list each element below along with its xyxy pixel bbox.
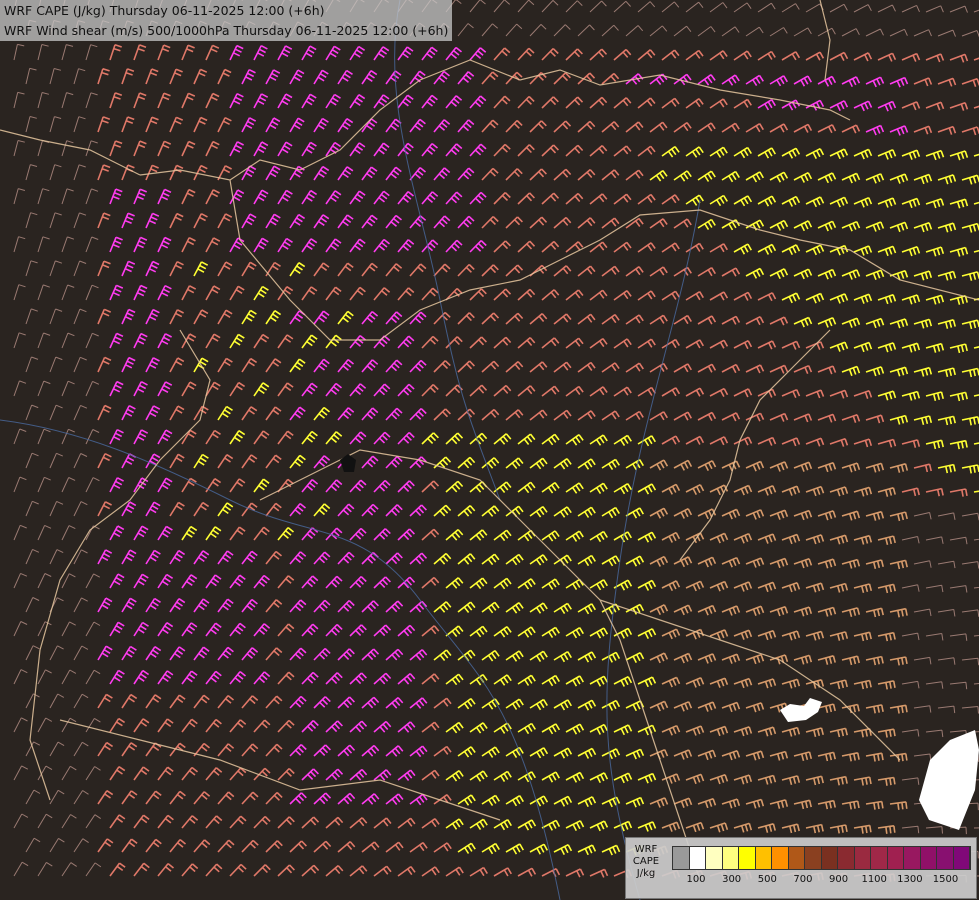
- legend-tick-label: 1500: [932, 874, 959, 885]
- legend-color-bar: [672, 846, 971, 870]
- legend-tick-label: 900: [829, 874, 849, 885]
- legend-swatch: [788, 847, 805, 869]
- legend-swatch: [772, 847, 789, 869]
- legend-swatch: [854, 847, 871, 869]
- legend-tick-label: 700: [793, 874, 813, 885]
- legend-swatch: [953, 847, 970, 869]
- legend-swatch: [706, 847, 723, 869]
- wind-shear-title: WRF Wind shear (m/s) 500/1000hPa Thursda…: [4, 23, 449, 38]
- legend-tick-label: 500: [757, 874, 777, 885]
- legend-swatch: [673, 847, 690, 869]
- legend-tick-label: 1300: [897, 874, 923, 885]
- legend-swatch: [739, 847, 756, 869]
- legend-tick-labels: 100 300 500 700 900 1100 1300 1500: [672, 874, 972, 888]
- legend-swatch: [871, 847, 888, 869]
- wind-shear-map: [0, 0, 979, 900]
- map-title-box: WRF CAPE (J/kg) Thursday 06-11-2025 12:0…: [0, 0, 453, 41]
- legend-title-line-2: CAPE: [632, 856, 660, 867]
- legend-tick-label: 300: [722, 874, 742, 885]
- legend-swatch: [937, 847, 954, 869]
- legend-swatch: [920, 847, 937, 869]
- legend-tick-label: 100: [686, 874, 706, 885]
- legend-swatch: [755, 847, 772, 869]
- legend-swatch: [689, 847, 706, 869]
- map-background: [0, 0, 979, 900]
- cape-title: WRF CAPE (J/kg) Thursday 06-11-2025 12:0…: [4, 3, 325, 18]
- legend-title-line-1: WRF: [634, 844, 658, 855]
- cape-legend: WRF CAPE J/kg 100 300 500 700 900 1100 1300 150…: [625, 837, 977, 899]
- legend-swatch: [904, 847, 921, 869]
- legend-swatch: [838, 847, 855, 869]
- map-area: [0, 0, 979, 900]
- legend-tick-label: 1100: [861, 874, 887, 885]
- legend-title: WRF CAPE J/kg: [630, 844, 662, 880]
- legend-title-line-3: J/kg: [636, 868, 656, 879]
- legend-swatch: [722, 847, 739, 869]
- legend-swatch: [821, 847, 838, 869]
- legend-swatch: [887, 847, 904, 869]
- legend-swatch: [805, 847, 822, 869]
